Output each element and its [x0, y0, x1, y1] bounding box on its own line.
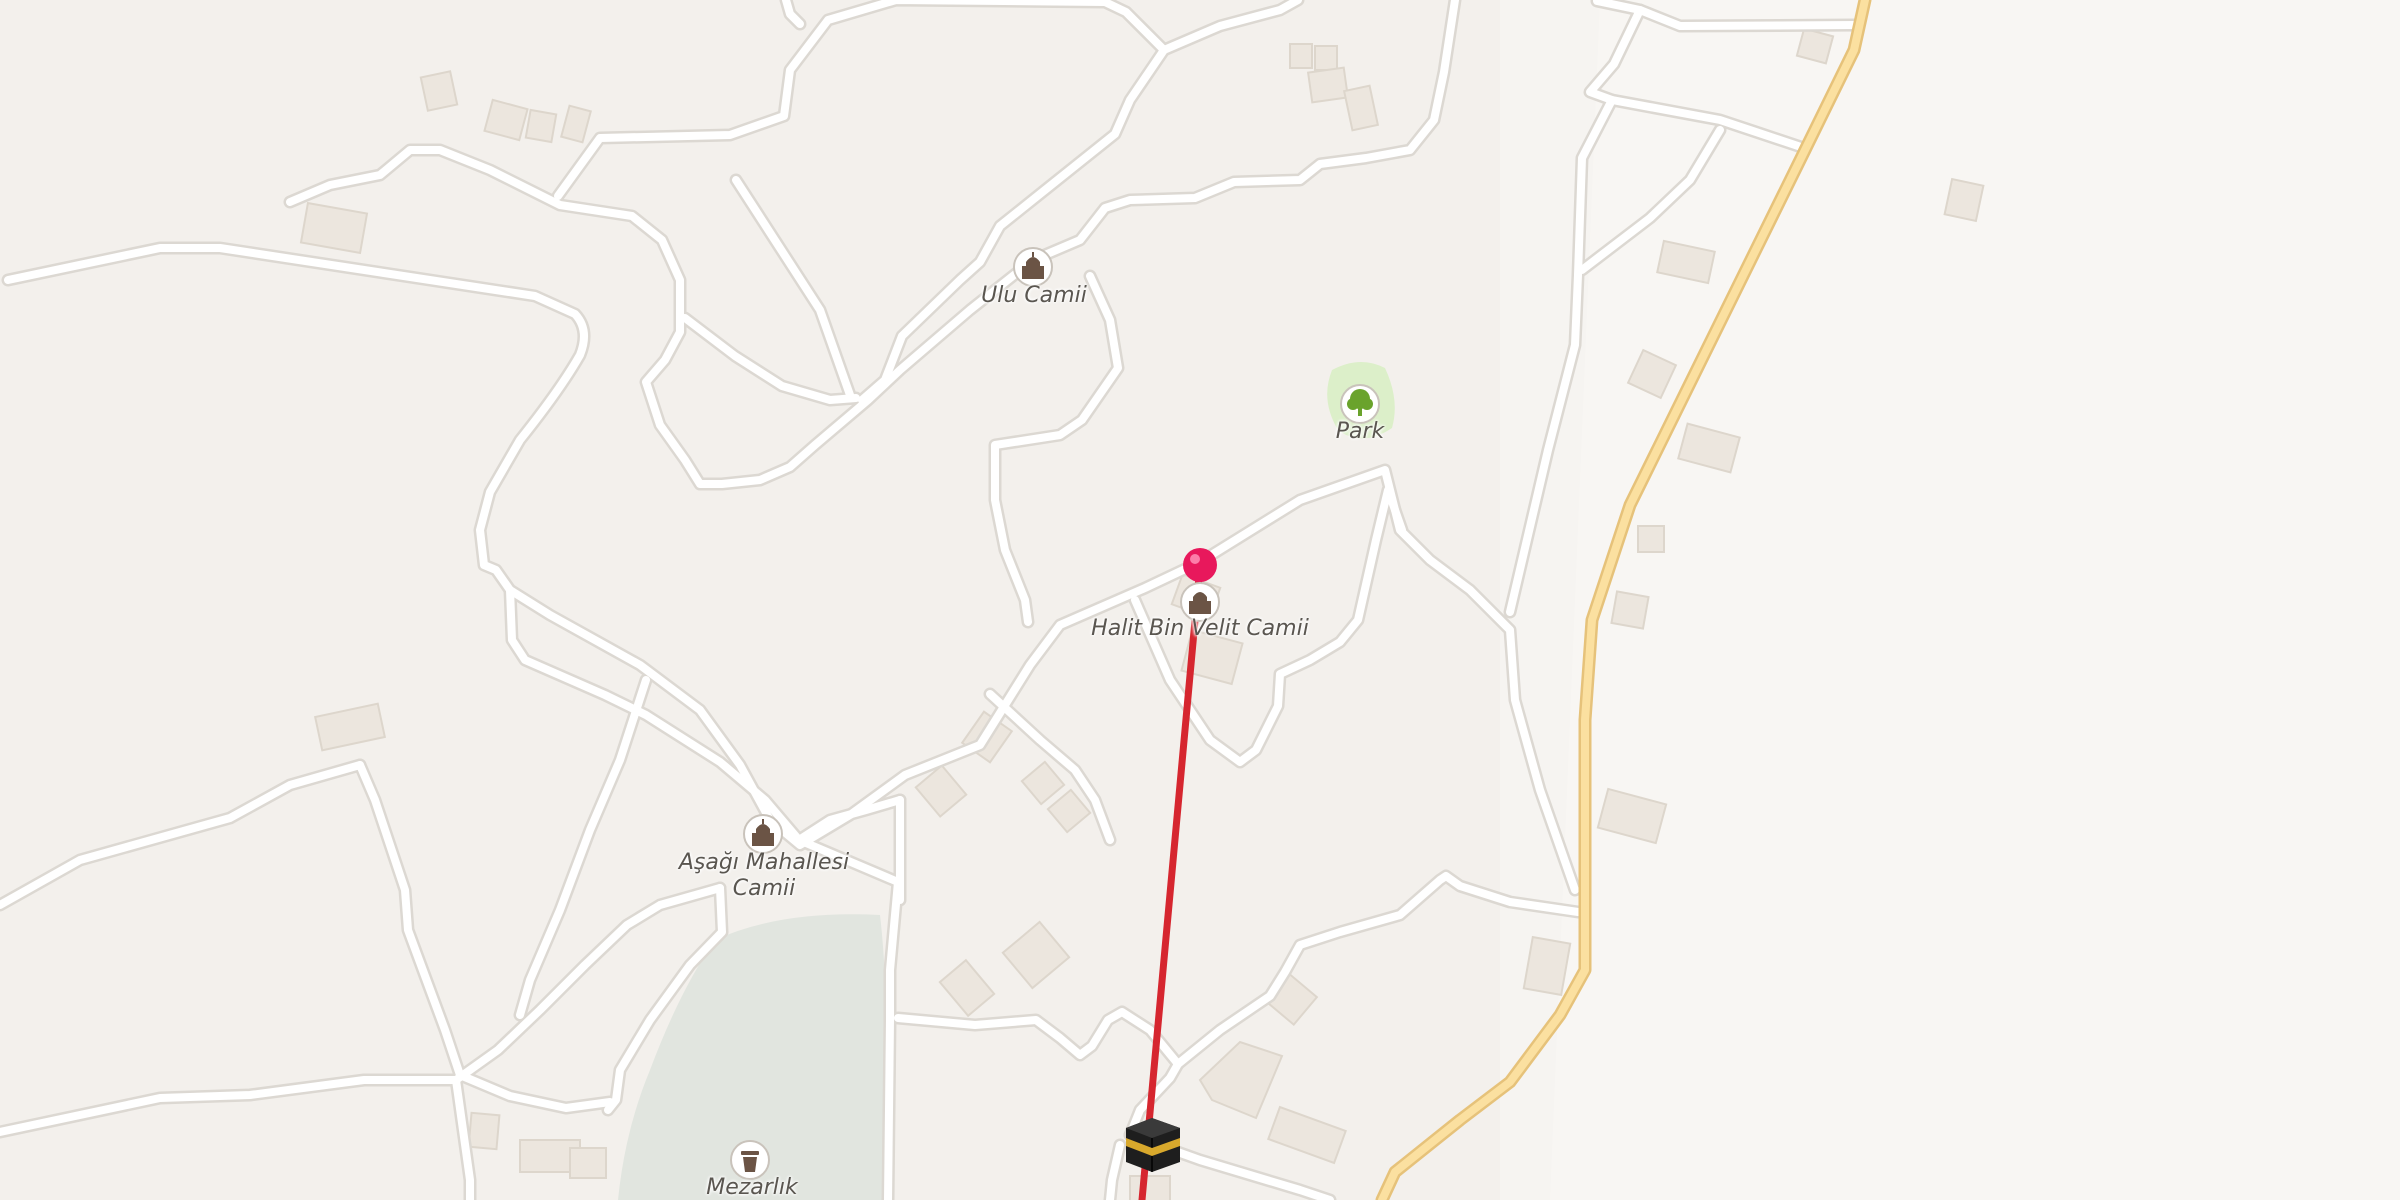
- location-pin-icon[interactable]: [1183, 548, 1217, 582]
- map-view[interactable]: Ulu Camii Park Halit Bin Velit Camii Aşa…: [0, 0, 2400, 1200]
- poi-label-park[interactable]: Park: [1336, 419, 1385, 445]
- poi-label-ulu-camii[interactable]: Ulu Camii: [981, 283, 1087, 309]
- map-canvas: [0, 0, 2400, 1200]
- mosque-icon[interactable]: [1013, 247, 1053, 287]
- poi-label-halit-bin-velit-camii[interactable]: Halit Bin Velit Camii: [1091, 616, 1309, 642]
- poi-label-asagi-mahallesi-camii[interactable]: Aşağı Mahallesi Camii: [664, 850, 864, 902]
- mosque-icon[interactable]: [743, 814, 783, 854]
- kaaba-icon[interactable]: [1126, 1118, 1180, 1172]
- tree-icon[interactable]: [1340, 384, 1380, 424]
- cemetery-icon[interactable]: [730, 1140, 770, 1180]
- poi-label-mezarlik[interactable]: Mezarlık: [706, 1175, 798, 1200]
